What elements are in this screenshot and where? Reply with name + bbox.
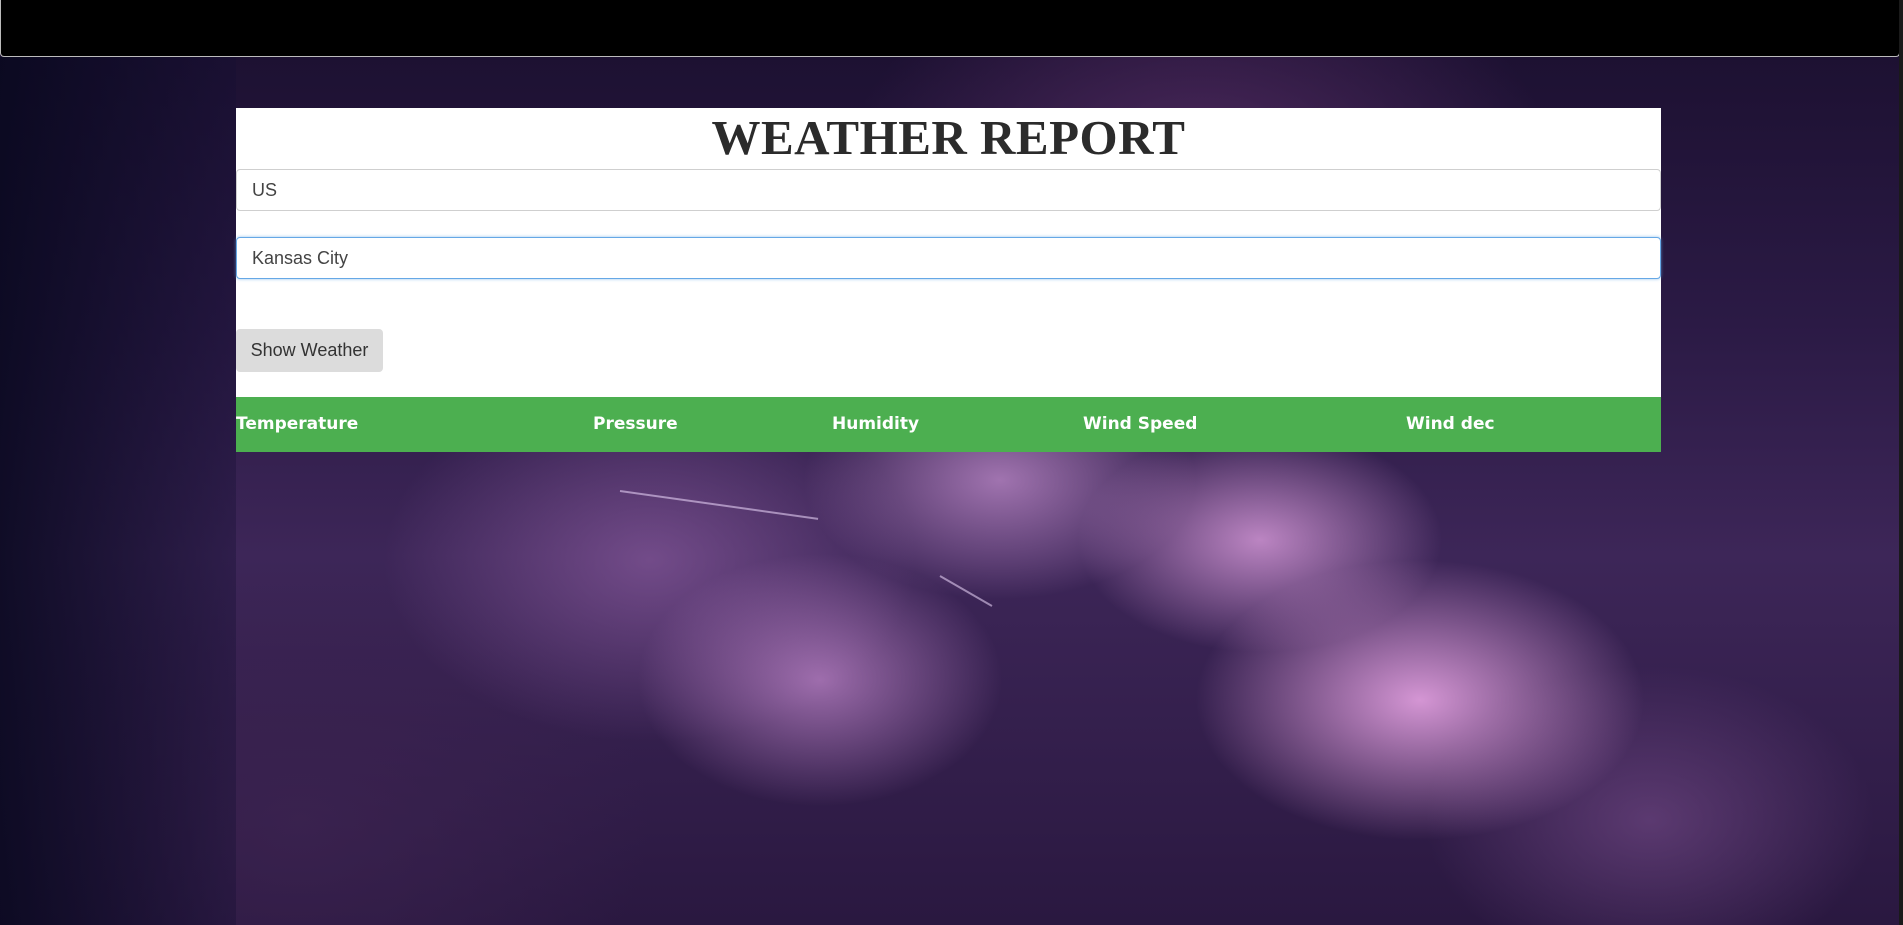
column-header-wind-speed: Wind Speed [1083,414,1198,434]
top-bar [0,0,1900,57]
city-input[interactable] [236,237,1661,279]
results-table-header: Temperature Pressure Humidity Wind Speed… [236,397,1661,452]
lightning-streak [619,490,819,520]
column-header-wind-dec: Wind dec [1406,414,1495,434]
show-weather-button[interactable]: Show Weather [236,329,383,372]
background-shade [0,57,236,925]
column-header-humidity: Humidity [832,414,920,434]
weather-panel: WEATHER REPORT Show Weather Temperature … [236,108,1661,452]
column-header-temperature: Temperature [236,414,359,434]
lightning-streak [939,575,993,607]
page-title: WEATHER REPORT [711,110,1186,165]
window-edge [1899,0,1903,925]
column-header-pressure: Pressure [593,414,678,434]
country-input[interactable] [236,169,1661,211]
